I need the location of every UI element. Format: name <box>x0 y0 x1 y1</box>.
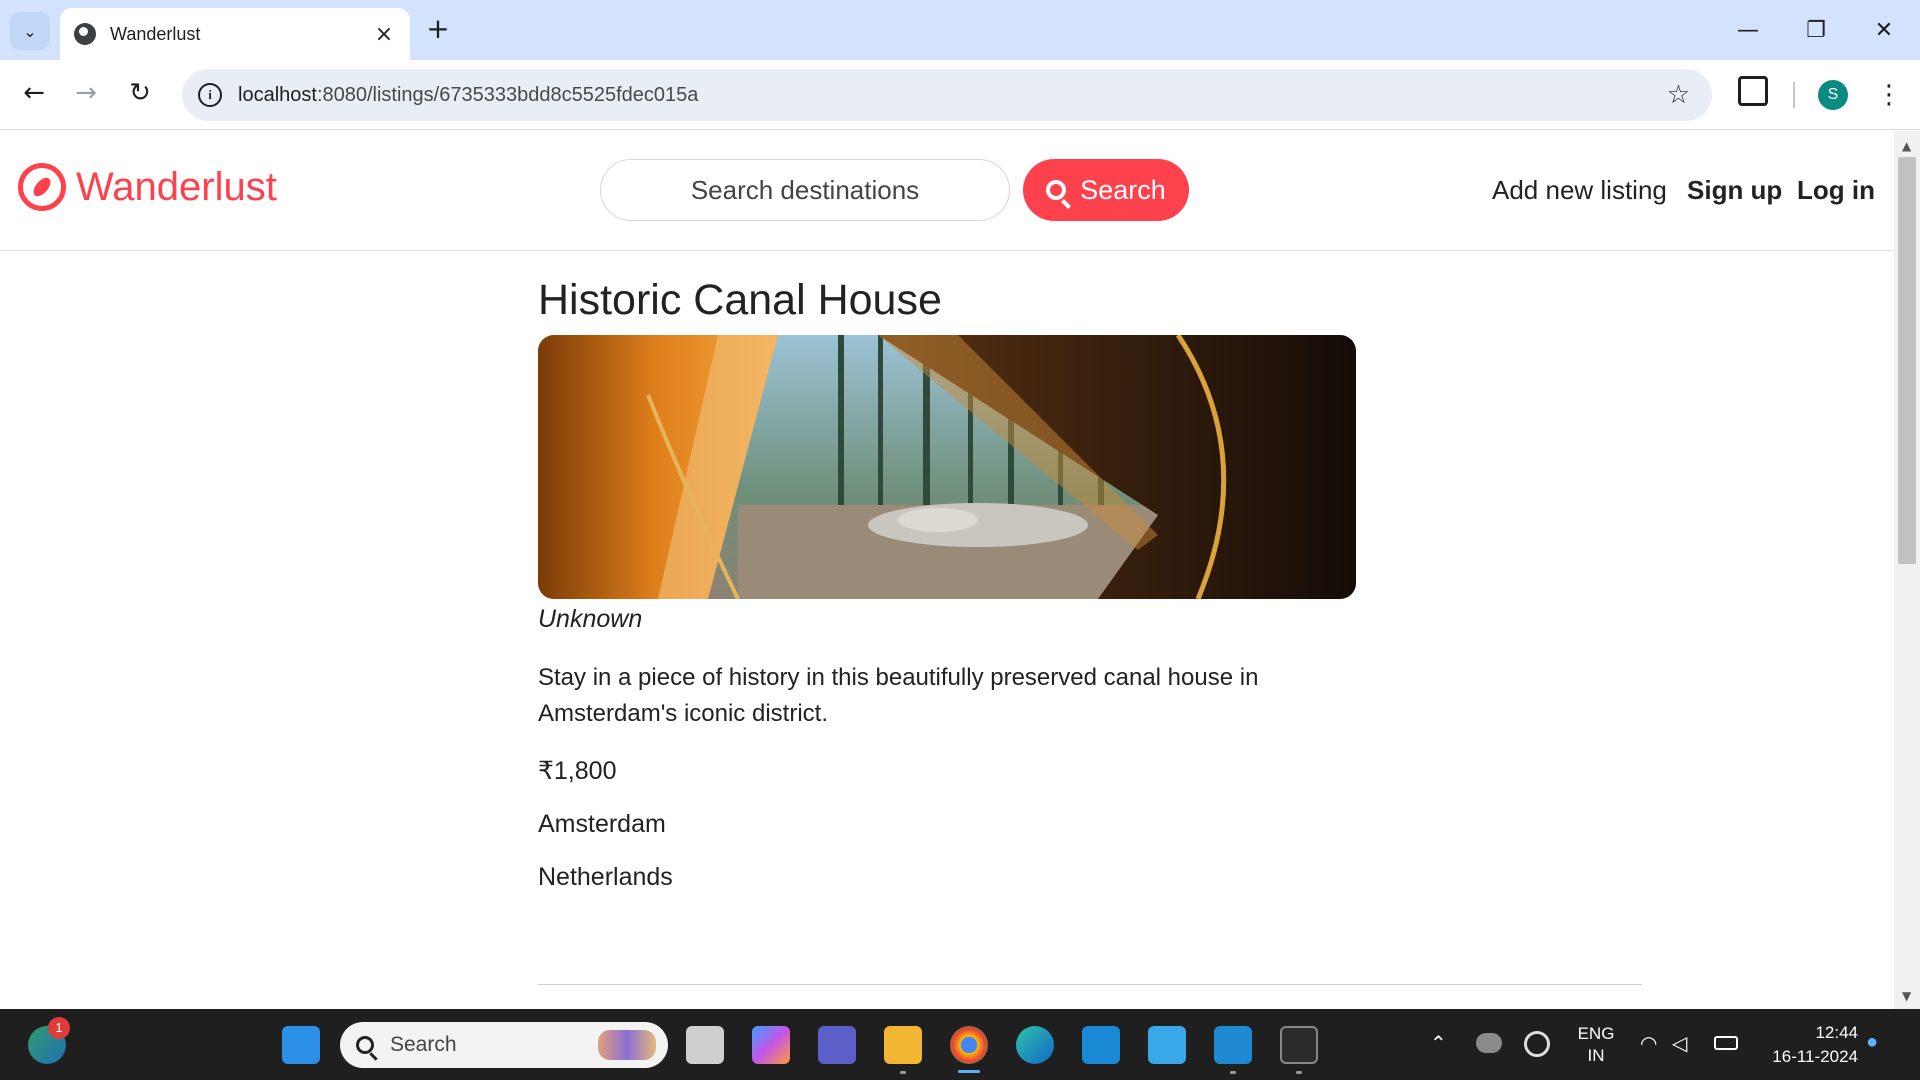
listing-title: Historic Canal House <box>538 276 942 324</box>
add-listing-link[interactable]: Add new listing <box>1492 175 1667 206</box>
bookmark-star-icon[interactable]: ☆ <box>1667 80 1690 110</box>
close-tab-icon[interactable]: × <box>372 22 396 47</box>
content-divider <box>538 984 1642 985</box>
clock-time: 12:44 <box>1815 1023 1858 1042</box>
listing-image <box>538 335 1356 599</box>
language-code: ENG <box>1577 1024 1615 1043</box>
volume-icon[interactable]: ◁ <box>1672 1031 1687 1056</box>
chevron-down-icon: ⌄ <box>23 21 37 41</box>
tray-overflow-icon[interactable]: ⌃ <box>1430 1031 1447 1056</box>
listing-content: Historic Canal House Unknown Stay in a p… <box>538 276 1642 892</box>
search-highlight-icon <box>598 1030 656 1060</box>
search-button-label: Search <box>1080 174 1166 205</box>
explorer-running-indicator <box>900 1071 906 1074</box>
listing-location: Amsterdam <box>538 810 666 838</box>
edge-icon[interactable] <box>1016 1026 1054 1064</box>
signup-link[interactable]: Sign up <box>1687 175 1782 206</box>
brand-name: Wanderlust <box>76 164 277 209</box>
tab-title: Wanderlust <box>110 23 201 44</box>
copilot-icon[interactable] <box>752 1026 790 1064</box>
back-button[interactable]: ← <box>14 73 54 113</box>
browser-toolbar: ← → ↻ i localhost:8080/listings/6735333b… <box>0 60 1920 130</box>
clock[interactable]: 12:44 16-11-2024 <box>1758 1021 1858 1069</box>
reload-button[interactable]: ↻ <box>120 73 160 113</box>
listing-description: Stay in a piece of history in this beaut… <box>538 664 1259 727</box>
new-tab-button[interactable]: + <box>422 14 454 46</box>
scroll-up-icon[interactable]: ▲ <box>1902 139 1911 153</box>
search-button[interactable]: Search <box>1023 159 1189 221</box>
scroll-down-icon[interactable]: ▼ <box>1902 989 1911 1003</box>
close-window-button[interactable]: ✕ <box>1856 10 1912 50</box>
clock-date: 16-11-2024 <box>1772 1047 1858 1066</box>
vscode-running-indicator <box>1230 1071 1236 1074</box>
site-navbar: Wanderlust Search destinations Search Ad… <box>0 131 1894 251</box>
onedrive-icon[interactable] <box>1476 1033 1502 1053</box>
vscode-icon[interactable] <box>1214 1026 1252 1064</box>
sync-icon[interactable] <box>1524 1031 1550 1057</box>
toolbar-separator <box>1793 82 1795 108</box>
restore-button[interactable]: ❐ <box>1788 10 1844 50</box>
compass-icon <box>18 163 66 211</box>
terminal-running-indicator <box>1296 1071 1302 1074</box>
search-icon <box>1046 180 1067 200</box>
globe-icon <box>74 23 96 45</box>
notification-badge: 1 <box>48 1017 70 1039</box>
tab-search-button[interactable]: ⌄ <box>10 12 50 50</box>
chrome-icon[interactable] <box>950 1026 988 1064</box>
taskbar-search[interactable]: Search <box>340 1022 668 1068</box>
browser-tab[interactable]: Wanderlust × <box>60 8 410 60</box>
taskbar-search-label: Search <box>390 1033 457 1056</box>
search-icon <box>356 1036 374 1054</box>
windows-taskbar: 1 Search ⌃ ENG IN ◠ ◁ 12:44 16-11-2024 ● <box>0 1009 1920 1080</box>
url-host: localhost <box>238 83 317 106</box>
profile-avatar[interactable]: S <box>1818 80 1848 110</box>
brand-logo[interactable]: Wanderlust <box>18 163 277 211</box>
start-icon[interactable] <box>282 1026 320 1064</box>
terminal-icon[interactable] <box>1280 1026 1318 1064</box>
scrollbar-thumb[interactable] <box>1898 157 1916 564</box>
minimize-button[interactable]: — <box>1720 10 1776 50</box>
search-placeholder: Search destinations <box>690 174 920 205</box>
teams-icon[interactable] <box>818 1026 856 1064</box>
address-bar[interactable]: i localhost:8080/listings/6735333bdd8c55… <box>182 69 1712 121</box>
notepad-icon[interactable] <box>1148 1026 1186 1064</box>
browser-tabstrip: ⌄ Wanderlust × + — ❐ ✕ <box>0 0 1920 60</box>
wifi-icon[interactable]: ◠ <box>1640 1031 1657 1056</box>
region-code: IN <box>1587 1046 1605 1065</box>
notification-bell-icon[interactable]: ● <box>1866 1031 1878 1054</box>
site-info-icon[interactable]: i <box>198 83 222 107</box>
forward-button[interactable]: → <box>66 73 106 113</box>
chrome-active-indicator <box>958 1070 980 1073</box>
language-indicator[interactable]: ENG IN <box>1576 1023 1616 1067</box>
url-text: localhost:8080/listings/6735333bdd8c5525… <box>238 84 698 107</box>
search-input[interactable]: Search destinations <box>600 159 1010 221</box>
listing-price: ₹1,800 <box>538 757 617 785</box>
listing-country: Netherlands <box>538 863 673 891</box>
menu-kebab-icon[interactable]: ⋮ <box>1876 78 1902 112</box>
file-explorer-icon[interactable] <box>884 1026 922 1064</box>
page-scrollbar[interactable]: ▲ ▼ <box>1894 131 1920 1009</box>
page-viewport: Wanderlust Search destinations Search Ad… <box>0 131 1894 1009</box>
task-view-icon[interactable] <box>686 1026 724 1064</box>
battery-icon[interactable] <box>1714 1036 1738 1050</box>
myhp-icon[interactable] <box>1082 1026 1120 1064</box>
login-link[interactable]: Log in <box>1797 175 1875 206</box>
listing-owner: Unknown <box>538 605 643 633</box>
extensions-icon[interactable] <box>1738 76 1768 106</box>
url-path: :8080/listings/6735333bdd8c5525fdec015a <box>316 83 699 106</box>
